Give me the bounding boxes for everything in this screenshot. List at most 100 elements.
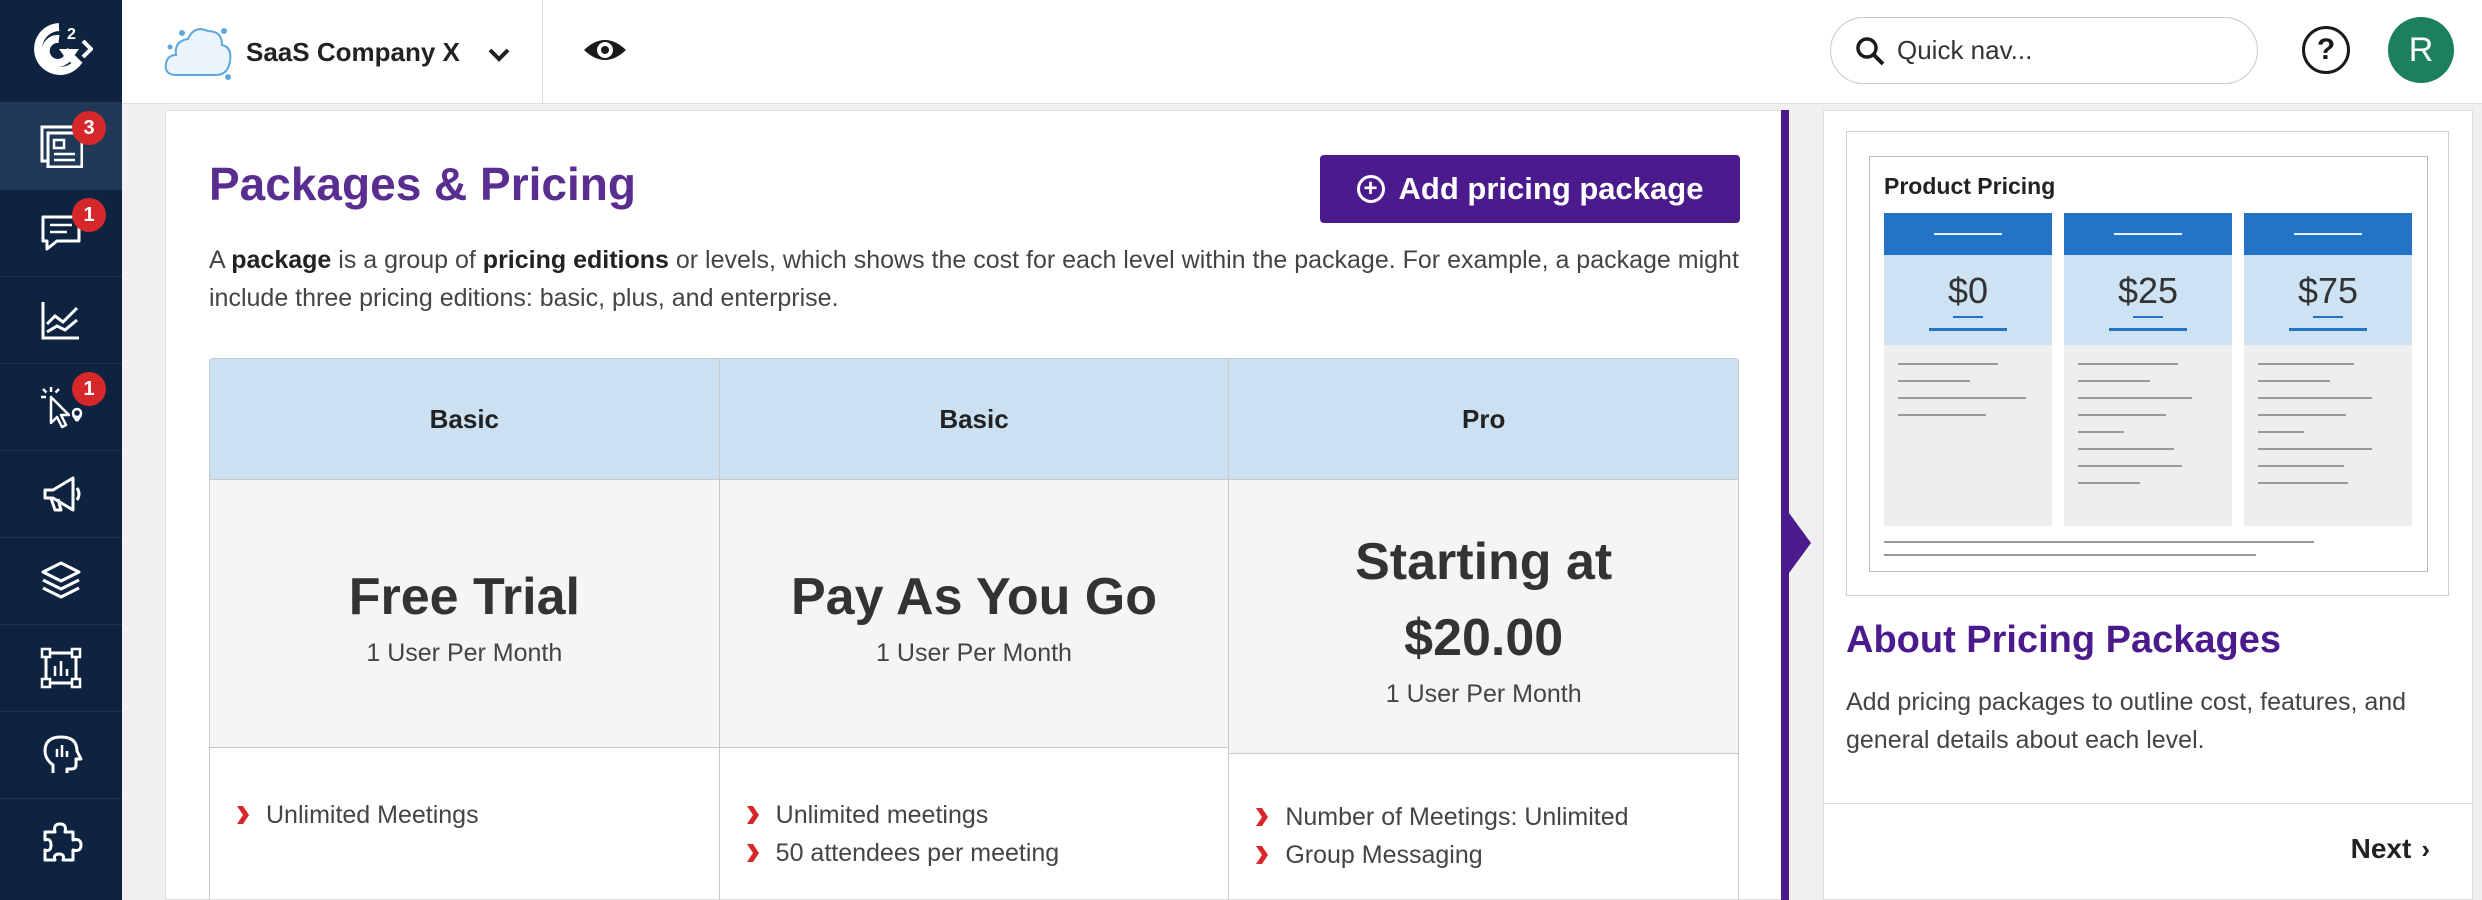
intro-text-part: is a group of bbox=[331, 246, 483, 274]
panel-divider bbox=[1781, 110, 1789, 900]
preview-underline bbox=[2109, 327, 2187, 331]
preview-line bbox=[2078, 397, 2192, 399]
avatar-initial: R bbox=[2408, 30, 2434, 69]
preview-toggle[interactable] bbox=[582, 30, 628, 75]
preview-line bbox=[2258, 363, 2354, 365]
nav-listings[interactable]: 3 bbox=[0, 102, 122, 189]
help-panel: Product Pricing $0 $25 $75 About Pricing… bbox=[1823, 110, 2473, 900]
nav-intent[interactable]: 1 bbox=[0, 363, 122, 450]
feature-list: Unlimited meetings 50 attendees per meet… bbox=[720, 748, 1229, 872]
help-text: Add pricing packages to outline cost, fe… bbox=[1846, 688, 2407, 754]
head-icon bbox=[43, 735, 83, 773]
preview-line bbox=[2258, 448, 2372, 450]
preview-line bbox=[1884, 541, 2314, 543]
preview-tier-price: $0 bbox=[1884, 255, 2052, 345]
pricing-preview-image: Product Pricing $0 $25 $75 bbox=[1846, 131, 2449, 596]
package-name-line1: Starting at bbox=[1355, 533, 1613, 591]
panel-divider-pointer bbox=[1789, 513, 1811, 573]
package-name: Pay As You Go bbox=[790, 568, 1158, 626]
top-bar: SaaS Company X ? R bbox=[122, 0, 2482, 104]
preview-tier: $75 bbox=[2244, 213, 2412, 526]
page-title: Packages & Pricing bbox=[209, 158, 636, 210]
quick-nav-input[interactable] bbox=[1897, 35, 2237, 66]
preview-line bbox=[2258, 482, 2348, 484]
user-avatar[interactable]: R bbox=[2388, 17, 2454, 83]
preview-lines bbox=[2064, 345, 2232, 484]
nav-apps[interactable] bbox=[0, 798, 122, 885]
nav-reports[interactable] bbox=[0, 624, 122, 711]
preview-line bbox=[2258, 465, 2344, 467]
intro-text-bold: package bbox=[231, 246, 332, 274]
nav-badge: 1 bbox=[72, 198, 106, 232]
intro-text: A package is a group of pricing editions… bbox=[209, 241, 1749, 317]
left-nav: 2 3 1 1 bbox=[0, 0, 122, 900]
nav-analytics[interactable] bbox=[0, 276, 122, 363]
preview-line bbox=[2078, 465, 2182, 467]
preview-line bbox=[2258, 380, 2330, 382]
chevron-right-icon: › bbox=[2421, 833, 2430, 864]
preview-line bbox=[1898, 363, 1998, 365]
preview-line bbox=[1898, 397, 2026, 399]
feature-text: Unlimited Meetings bbox=[266, 801, 479, 829]
intro-text-part: A bbox=[209, 246, 232, 274]
nav-messages[interactable]: 1 bbox=[0, 189, 122, 276]
preview-underline bbox=[2289, 327, 2367, 331]
feature-text: Unlimited meetings bbox=[775, 801, 989, 829]
preview-line bbox=[2078, 482, 2140, 484]
preview-line bbox=[2078, 363, 2178, 365]
preview-price: $25 bbox=[2117, 269, 2179, 311]
top-divider bbox=[542, 0, 543, 104]
preview-price: $75 bbox=[2297, 269, 2359, 311]
preview-underline bbox=[2313, 315, 2343, 318]
preview-line bbox=[2258, 414, 2346, 416]
package-name: Free Trial bbox=[348, 568, 580, 626]
package-unit: 1 User Per Month bbox=[1385, 680, 1582, 708]
pricing-package[interactable]: Basic Free Trial 1 User Per Month Unlimi… bbox=[210, 359, 720, 900]
feature-text: Number of Meetings: Unlimited bbox=[1285, 803, 1629, 831]
g2-logo[interactable]: 2 bbox=[0, 0, 122, 102]
preview-title: Product Pricing bbox=[1884, 173, 2056, 199]
preview-tier: $0 bbox=[1884, 213, 2052, 526]
report-icon bbox=[40, 647, 82, 689]
chevron-right-icon bbox=[746, 806, 759, 824]
chevron-right-icon bbox=[1256, 808, 1269, 826]
help-button[interactable]: ? bbox=[2302, 26, 2350, 74]
pricing-package[interactable]: Pro Starting at $20.00 1 User Per Month … bbox=[1229, 359, 1738, 900]
preview-tier: $25 bbox=[2064, 213, 2232, 526]
intro-text-bold: pricing editions bbox=[482, 246, 669, 274]
quick-nav-search[interactable] bbox=[1830, 17, 2258, 84]
pricing-package[interactable]: Basic Pay As You Go 1 User Per Month Unl… bbox=[719, 359, 1230, 900]
preview-line bbox=[2078, 380, 2150, 382]
package-tier: Pro bbox=[1229, 359, 1738, 480]
preview-lines bbox=[2244, 345, 2412, 484]
next-button[interactable]: Next › bbox=[2351, 833, 2430, 865]
company-switcher[interactable]: SaaS Company X bbox=[162, 14, 510, 90]
preview-line bbox=[1884, 554, 2256, 556]
preview-tier-bar bbox=[2064, 213, 2232, 255]
add-pricing-package-button[interactable]: + Add pricing package bbox=[1320, 155, 1740, 223]
help-divider bbox=[1824, 803, 2472, 804]
feature-item: Unlimited Meetings bbox=[236, 796, 719, 834]
chevron-right-icon bbox=[237, 806, 249, 824]
eye-icon bbox=[584, 40, 626, 60]
package-tier: Basic bbox=[210, 359, 719, 480]
company-name: SaaS Company X bbox=[246, 36, 460, 67]
nav-marketing[interactable] bbox=[0, 450, 122, 537]
help-icon: ? bbox=[2316, 33, 2336, 66]
chevron-down-icon bbox=[488, 48, 510, 62]
preview-underline bbox=[1929, 327, 2007, 331]
g2-logo-icon: 2 bbox=[34, 23, 93, 75]
preview-lines bbox=[1884, 345, 2052, 416]
layers-icon bbox=[41, 561, 81, 599]
package-price: Free Trial 1 User Per Month bbox=[210, 480, 719, 748]
package-unit: 1 User Per Month bbox=[876, 639, 1072, 667]
preview-line bbox=[2258, 397, 2372, 399]
nav-integrations[interactable] bbox=[0, 537, 122, 624]
megaphone-icon bbox=[43, 476, 81, 512]
help-title: About Pricing Packages bbox=[1846, 619, 2282, 661]
nav-insights[interactable] bbox=[0, 711, 122, 798]
preview-line bbox=[1898, 380, 1970, 382]
search-icon bbox=[1856, 36, 1885, 65]
cloud-logo-icon bbox=[164, 28, 232, 80]
feature-item: Group Messaging bbox=[1255, 836, 1738, 874]
